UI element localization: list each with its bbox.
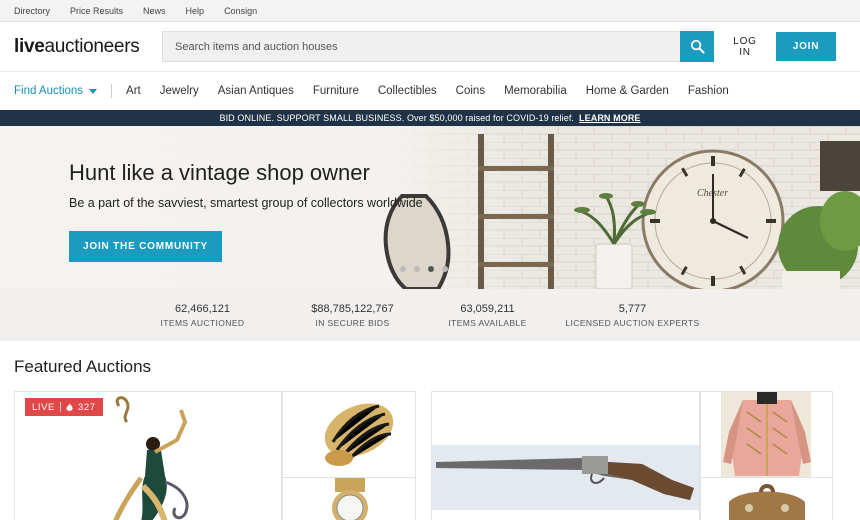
promo-banner-text: BID ONLINE. SUPPORT SMALL BUSINESS. Over… bbox=[219, 113, 575, 123]
badge-divider bbox=[60, 402, 61, 412]
featured-card-rifle[interactable] bbox=[431, 391, 700, 520]
embroidered-jacket-image bbox=[701, 392, 832, 477]
join-community-button[interactable]: JOIN THE COMMUNITY bbox=[69, 231, 222, 262]
promo-banner: BID ONLINE. SUPPORT SMALL BUSINESS. Over… bbox=[0, 110, 860, 126]
featured-card-main[interactable]: LIVE 327 bbox=[14, 391, 282, 520]
learn-more-link[interactable]: LEARN MORE bbox=[579, 113, 641, 123]
live-count: 327 bbox=[78, 401, 96, 413]
nav-item-coins[interactable]: Coins bbox=[456, 85, 485, 97]
nav-item-art[interactable]: Art bbox=[126, 85, 141, 97]
cocktail-ring-image bbox=[283, 392, 415, 477]
nav-item-jewelry[interactable]: Jewelry bbox=[160, 85, 199, 97]
nav-divider bbox=[111, 84, 113, 98]
logo-live-text: live bbox=[14, 35, 45, 57]
live-badge: LIVE 327 bbox=[25, 398, 103, 416]
hero-carousel: Chester bbox=[0, 126, 860, 289]
search-icon bbox=[690, 39, 705, 54]
help-link[interactable]: Help bbox=[186, 6, 205, 16]
stat-value: 63,059,211 bbox=[460, 302, 515, 315]
carousel-dot[interactable] bbox=[414, 266, 420, 272]
site-logo[interactable]: liveauctioneers bbox=[14, 36, 162, 58]
search-button[interactable] bbox=[680, 31, 714, 62]
nav-item-memorabilia[interactable]: Memorabilia bbox=[504, 85, 567, 97]
main-header: liveauctioneers Search items and auction… bbox=[0, 22, 860, 72]
stat-experts: 5,777 LICENSED AUCTION EXPERTS bbox=[553, 303, 713, 328]
featured-title: Featured Auctions bbox=[14, 357, 152, 376]
hero-subtitle: Be a part of the savviest, smartest grou… bbox=[69, 196, 423, 210]
find-auctions-label: Find Auctions bbox=[14, 85, 84, 97]
live-label: LIVE bbox=[32, 401, 55, 413]
join-button[interactable]: JOIN bbox=[776, 32, 836, 61]
carousel-dot-active[interactable] bbox=[428, 266, 434, 272]
caret-down-icon bbox=[89, 88, 98, 94]
directory-link[interactable]: Directory bbox=[14, 6, 50, 16]
carousel-dot[interactable] bbox=[400, 266, 406, 272]
stat-label: ITEMS AVAILABLE bbox=[448, 317, 527, 328]
utility-bar: Directory Price Results News Help Consig… bbox=[0, 0, 860, 22]
nav-item-home-garden[interactable]: Home & Garden bbox=[586, 85, 669, 97]
stat-secure-bids: $88,785,122,767 IN SECURE BIDS bbox=[278, 303, 428, 328]
gold-watch-image bbox=[283, 478, 415, 520]
category-nav: Find Auctions Art Jewelry Asian Antiques… bbox=[0, 72, 860, 110]
find-auctions-menu[interactable]: Find Auctions bbox=[14, 85, 98, 97]
nav-item-fashion[interactable]: Fashion bbox=[688, 85, 729, 97]
site-stats: 62,466,121 ITEMS AUCTIONED $88,785,122,7… bbox=[0, 289, 860, 341]
flame-icon bbox=[66, 402, 73, 411]
login-button[interactable]: LOG IN bbox=[726, 36, 764, 58]
hero-title: Hunt like a vintage shop owner bbox=[69, 160, 370, 185]
stat-label: ITEMS AUCTIONED bbox=[160, 317, 245, 328]
featured-auctions-section: Featured Auctions LIVE 327 bbox=[0, 341, 860, 520]
consign-link[interactable]: Consign bbox=[224, 6, 257, 16]
saddle-image bbox=[701, 478, 832, 520]
price-results-link[interactable]: Price Results bbox=[70, 6, 123, 16]
featured-thumb-watch[interactable] bbox=[282, 477, 416, 520]
winchester-rifle-image bbox=[432, 392, 699, 520]
stat-value: 62,466,121 bbox=[174, 302, 231, 315]
stat-items-auctioned: 62,466,121 ITEMS AUCTIONED bbox=[148, 303, 258, 328]
stat-items-available: 63,059,211 ITEMS AVAILABLE bbox=[433, 303, 543, 328]
nav-item-collectibles[interactable]: Collectibles bbox=[378, 85, 437, 97]
featured-thumb-saddle[interactable] bbox=[700, 477, 833, 520]
carousel-dot[interactable] bbox=[442, 266, 448, 272]
featured-thumb-jacket[interactable] bbox=[700, 391, 833, 478]
stat-value: $88,785,122,767 bbox=[311, 302, 394, 315]
stat-label: IN SECURE BIDS bbox=[315, 317, 390, 328]
news-link[interactable]: News bbox=[143, 6, 166, 16]
wall-clock: Chester bbox=[641, 149, 785, 289]
logo-rest-text: auctioneers bbox=[44, 35, 140, 57]
search-input[interactable]: Search items and auction houses bbox=[162, 31, 680, 62]
nav-item-furniture[interactable]: Furniture bbox=[313, 85, 359, 97]
stat-value: 5,777 bbox=[618, 302, 647, 315]
carousel-dots bbox=[400, 266, 448, 272]
nav-item-asian-antiques[interactable]: Asian Antiques bbox=[218, 85, 294, 97]
featured-thumb-ring[interactable] bbox=[282, 391, 416, 478]
stat-label: LICENSED AUCTION EXPERTS bbox=[565, 317, 700, 328]
search-bar: Search items and auction houses bbox=[162, 31, 714, 62]
